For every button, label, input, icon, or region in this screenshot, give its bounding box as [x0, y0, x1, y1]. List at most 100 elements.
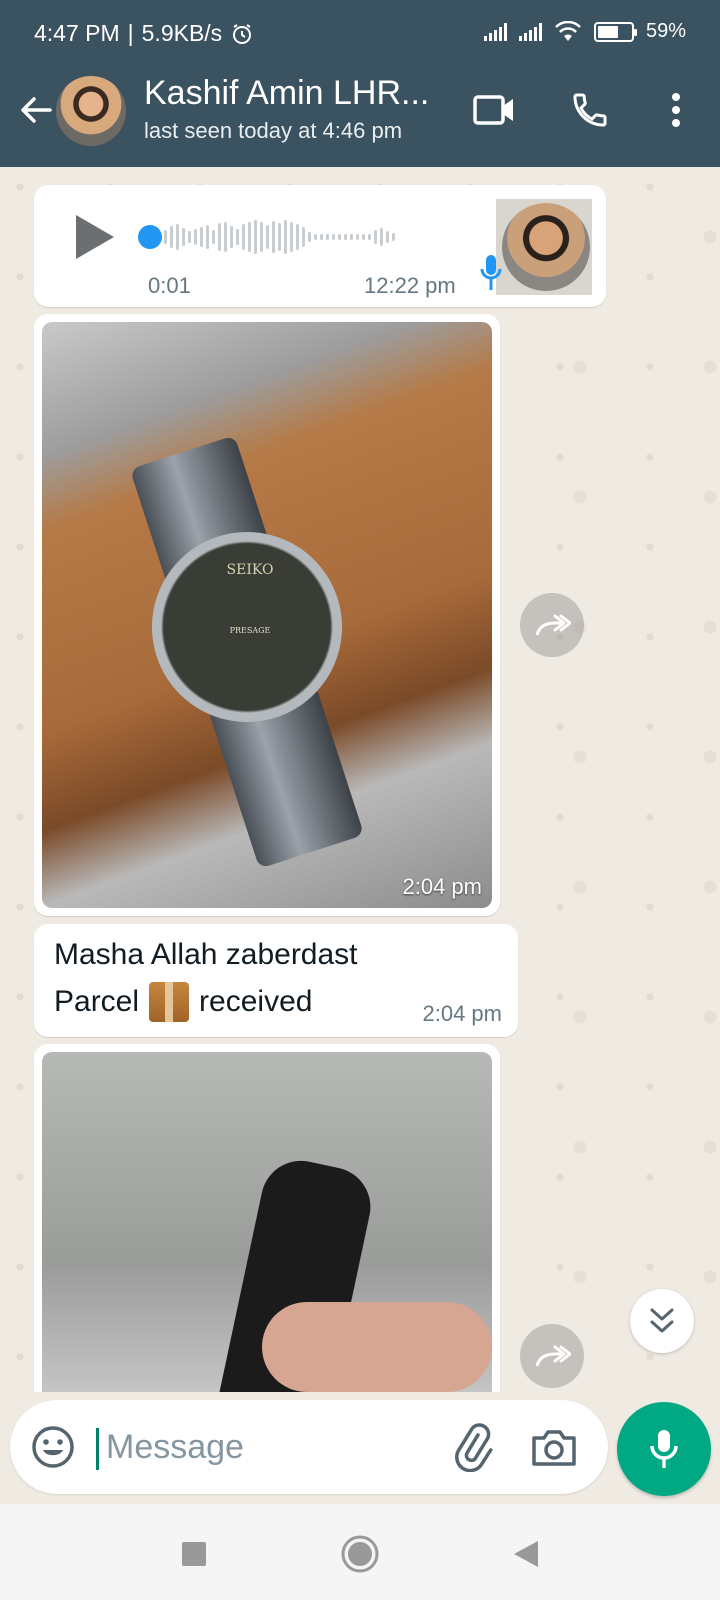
message-text-line2: Parcel received	[54, 982, 312, 1022]
contact-avatar[interactable]	[56, 76, 126, 146]
signal-icon	[483, 22, 507, 41]
package-icon	[149, 982, 190, 1022]
waveform-bar	[254, 220, 257, 254]
nav-back-button[interactable]	[504, 1532, 548, 1576]
waveform-bar	[272, 221, 275, 253]
waveform-bar	[200, 227, 203, 247]
forward-button[interactable]	[520, 593, 584, 657]
waveform-bar	[362, 234, 365, 240]
text-message[interactable]: Masha Allah zaberdast Parcel received 2:…	[34, 924, 518, 1037]
voice-message[interactable]: 0:01 12:22 pm	[34, 185, 606, 307]
waveform-bar	[344, 234, 347, 240]
scroll-to-bottom-button[interactable]	[630, 1289, 694, 1353]
status-right: 59%	[483, 20, 686, 43]
wifi-icon	[555, 20, 581, 41]
waveform-bar	[194, 229, 197, 245]
strap-photo[interactable]	[42, 1052, 492, 1392]
waveform-bar	[380, 228, 383, 246]
image-message[interactable]: SEIKO PRESAGE 2:04 pm	[34, 314, 500, 916]
waveform-bar	[218, 223, 221, 251]
alarm-icon	[233, 23, 252, 44]
video-call-button[interactable]	[472, 88, 516, 132]
waveform-bar	[224, 222, 227, 252]
watch-photo[interactable]: SEIKO PRESAGE	[42, 322, 492, 908]
waveform-bar	[164, 230, 167, 244]
status-separator: |	[127, 20, 134, 46]
battery-percent: 59%	[645, 20, 686, 42]
waveform-bar	[296, 224, 299, 250]
waveform-bar	[374, 230, 377, 244]
waveform-bar	[266, 225, 269, 249]
waveform-bar	[314, 234, 317, 240]
image-message[interactable]	[34, 1044, 500, 1392]
voice-call-button[interactable]	[568, 88, 612, 132]
play-icon[interactable]	[76, 215, 114, 259]
voice-record-button[interactable]	[617, 1402, 711, 1496]
waveform-bar	[242, 224, 245, 250]
waveform-bar	[386, 231, 389, 243]
chat-messages[interactable]: 0:01 12:22 pm SEIKO PRESAGE 2:04 pm Mash…	[0, 167, 720, 1392]
contact-last-seen[interactable]: last seen today at 4:46 pm	[144, 118, 402, 144]
mic-icon	[650, 1430, 678, 1468]
camera-icon[interactable]	[530, 1424, 578, 1470]
waveform-bar	[320, 234, 323, 240]
waveform-bar	[206, 225, 209, 249]
recents-button[interactable]	[172, 1532, 216, 1576]
waveform-bar	[230, 226, 233, 248]
signal-icon	[518, 22, 542, 41]
chat-header: Kashif Amin LHR... last seen today at 4:…	[0, 70, 720, 167]
status-net-speed: 5.9KB/s	[141, 20, 223, 46]
message-input[interactable]	[100, 1414, 420, 1480]
waveform-bar	[182, 228, 185, 246]
contact-name[interactable]: Kashif Amin LHR...	[144, 74, 429, 113]
watch-model-text: PRESAGE	[229, 626, 271, 635]
waveform-bar	[278, 223, 281, 251]
home-button[interactable]	[338, 1532, 382, 1576]
waveform-bar	[170, 226, 173, 248]
waveform-bar	[368, 234, 371, 240]
back-arrow-icon[interactable]	[16, 90, 56, 130]
waveform-bar	[290, 222, 293, 252]
waveform-bar	[212, 230, 215, 244]
home-icon	[341, 1535, 379, 1573]
waveform-bar	[236, 229, 239, 245]
waveform-bar	[392, 233, 395, 241]
voice-progress-handle[interactable]	[138, 225, 162, 249]
voice-duration: 0:01	[148, 273, 191, 298]
watch-brand-text: SEIKO	[226, 562, 274, 578]
more-options-button[interactable]	[654, 88, 698, 132]
battery-icon	[593, 21, 637, 42]
waveform-bar	[176, 224, 179, 250]
voice-call-icon	[573, 93, 607, 127]
waveform-bar	[326, 234, 329, 240]
waveform-bar	[284, 220, 287, 254]
message-text-line1: Masha Allah zaberdast	[54, 938, 358, 971]
emoji-icon[interactable]	[30, 1424, 76, 1470]
message-time: 12:22 pm	[364, 273, 456, 298]
waveform-bar	[332, 234, 335, 240]
sender-avatar	[496, 199, 592, 295]
waveform-bar	[260, 222, 263, 252]
message-time: 2:04 pm	[422, 1001, 503, 1026]
app-header-region: 4:47 PM | 5.9KB/s 59% Kashif Amin LHR...…	[0, 0, 720, 167]
waveform-bar	[308, 232, 311, 242]
attach-icon[interactable]	[450, 1422, 496, 1472]
message-text-part: Parcel	[54, 985, 140, 1018]
status-left: 4:47 PM | 5.9KB/s	[34, 20, 254, 47]
waveform-bar	[188, 231, 191, 243]
recents-icon	[182, 1542, 206, 1566]
message-composer	[10, 1400, 608, 1494]
status-bar: 4:47 PM | 5.9KB/s 59%	[0, 0, 720, 70]
waveform-bar	[338, 234, 341, 240]
text-cursor	[96, 1428, 99, 1470]
back-icon	[514, 1541, 538, 1567]
waveform-bar	[350, 234, 353, 240]
forward-button[interactable]	[520, 1324, 584, 1388]
waveform-bar	[356, 234, 359, 240]
system-nav-bar	[0, 1504, 720, 1600]
voice-waveform[interactable]	[164, 215, 494, 259]
video-call-icon	[473, 95, 513, 125]
message-text-part: received	[199, 985, 313, 1018]
double-chevron-down-icon	[650, 1308, 674, 1333]
message-time: 2:04 pm	[402, 874, 483, 899]
